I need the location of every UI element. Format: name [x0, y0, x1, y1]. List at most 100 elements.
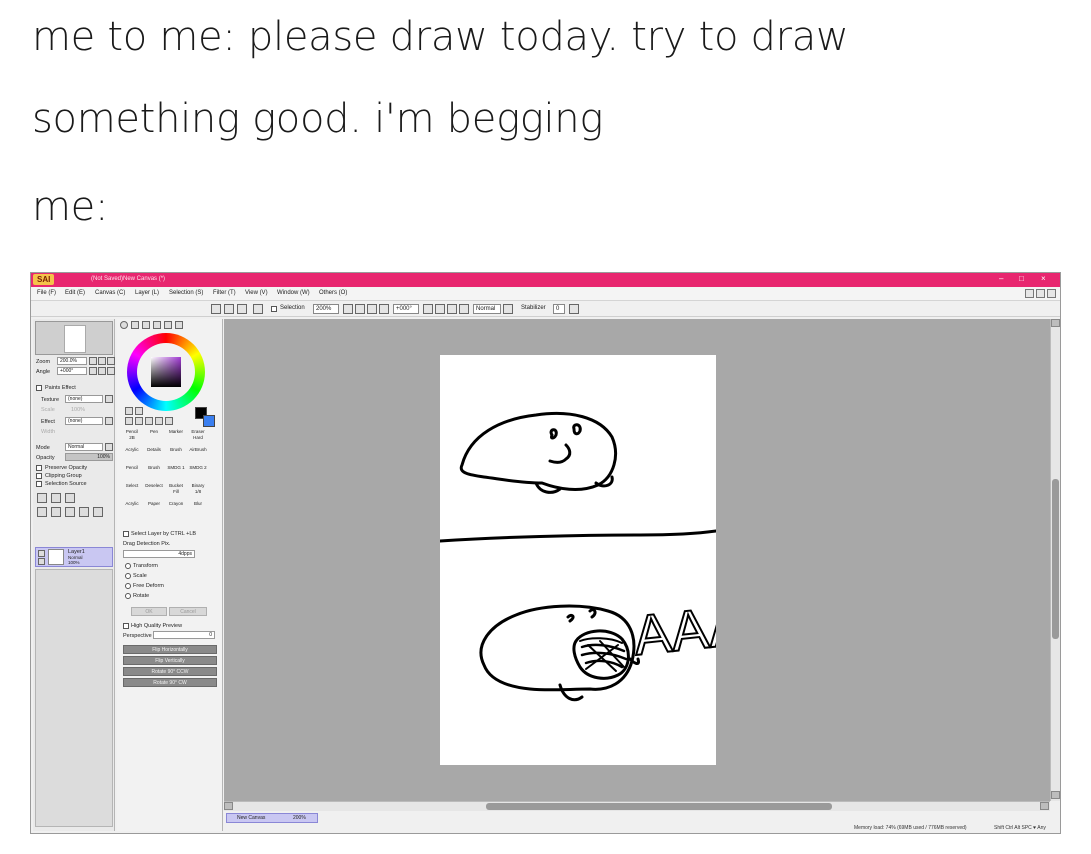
stabilizer-field[interactable]: 0	[553, 304, 565, 314]
horizontal-scroll-thumb[interactable]	[486, 803, 832, 810]
mdi-restore-icon[interactable]	[1036, 289, 1045, 298]
hsv-slider-mode-icon[interactable]	[142, 321, 150, 329]
delete-layer-icon[interactable]	[93, 507, 103, 517]
scroll-down-icon[interactable]	[1051, 791, 1060, 799]
texture-select[interactable]: (none)	[65, 395, 103, 403]
angle-field[interactable]: +000°	[393, 304, 419, 314]
free-deform-radio[interactable]	[125, 583, 131, 589]
drawing-canvas[interactable]: AAA	[440, 355, 716, 765]
nav-zoom-out-icon[interactable]	[89, 357, 97, 365]
deselect-icon[interactable]	[224, 304, 234, 314]
gradient-mode-icon[interactable]	[153, 321, 161, 329]
mdi-minimize-icon[interactable]	[1025, 289, 1034, 298]
move-tool-icon[interactable]	[125, 417, 133, 425]
scroll-up-icon[interactable]	[1051, 319, 1060, 327]
cancel-button[interactable]: Cancel	[169, 607, 207, 616]
merge-down-icon[interactable]	[51, 507, 61, 517]
view-mode-dropdown-icon[interactable]	[503, 304, 513, 314]
scroll-left-icon[interactable]	[224, 802, 233, 810]
zoom-out-icon[interactable]	[343, 304, 353, 314]
rotate-left-icon[interactable]	[423, 304, 433, 314]
horizontal-scrollbar[interactable]	[224, 801, 1050, 811]
nav-rotate-reset-icon[interactable]	[107, 367, 115, 375]
select-all-icon[interactable]	[211, 304, 221, 314]
navigator-preview[interactable]	[35, 321, 113, 355]
menu-edit[interactable]: Edit (E)	[65, 290, 85, 296]
view-mode-select[interactable]: Normal	[473, 304, 501, 314]
tool-binary[interactable]: Binary 1/8	[187, 483, 209, 499]
nav-rotate-left-icon[interactable]	[89, 367, 97, 375]
tool-smdg-2[interactable]: SMDG 2	[187, 465, 209, 481]
selection-tool-icon[interactable]	[125, 407, 133, 415]
layer-mask-icon[interactable]	[65, 507, 75, 517]
texture-dropdown-icon[interactable]	[105, 395, 113, 403]
layer-visibility-eye-icon[interactable]	[38, 550, 45, 557]
select-layer-ctrl-checkbox[interactable]	[123, 531, 129, 537]
blend-mode-dropdown-icon[interactable]	[105, 443, 113, 451]
scratchpad-mode-icon[interactable]	[175, 321, 183, 329]
invert-selection-icon[interactable]	[237, 304, 247, 314]
high-quality-preview-checkbox[interactable]	[123, 623, 129, 629]
hand-tool-icon[interactable]	[155, 417, 163, 425]
opacity-slider[interactable]: 100%	[65, 453, 113, 461]
flip-view-icon[interactable]	[459, 304, 469, 314]
menu-window[interactable]: Window (W)	[277, 290, 310, 296]
tool-marker[interactable]: Marker	[165, 429, 187, 445]
nav-zoom-reset-icon[interactable]	[107, 357, 115, 365]
menu-canvas[interactable]: Canvas (C)	[95, 290, 125, 296]
vertical-scroll-thumb[interactable]	[1052, 479, 1059, 639]
maximize-button[interactable]: □	[1019, 274, 1024, 283]
perspective-field[interactable]: 0	[153, 631, 215, 639]
saturation-value-square[interactable]	[151, 357, 181, 387]
zoom-tool-icon[interactable]	[135, 417, 143, 425]
rotate-tool-icon[interactable]	[145, 417, 153, 425]
menu-filter[interactable]: Filter (T)	[213, 290, 236, 296]
tool-brush-2[interactable]: Brush	[143, 465, 165, 481]
clipping-group-checkbox[interactable]	[36, 473, 42, 479]
zoom-fit-icon[interactable]	[379, 304, 389, 314]
tool-brush[interactable]: Brush	[165, 447, 187, 463]
nav-angle-field[interactable]: +000°	[57, 367, 87, 375]
rotate-ccw-button[interactable]: Rotate 90° CCW	[123, 667, 217, 676]
nav-rotate-right-icon[interactable]	[98, 367, 106, 375]
effect-select[interactable]: (none)	[65, 417, 103, 425]
color-wheel[interactable]	[127, 333, 205, 411]
tool-details[interactable]: Details	[143, 447, 165, 463]
secondary-color-swatch[interactable]	[203, 415, 215, 427]
tool-airbrush[interactable]: AirBrush	[187, 447, 209, 463]
nav-zoom-in-icon[interactable]	[98, 357, 106, 365]
layer-row-selected[interactable]: Layer1 Normal 100%	[35, 547, 113, 567]
palette-mode-icon[interactable]	[164, 321, 172, 329]
scroll-right-icon[interactable]	[1040, 802, 1049, 810]
tool-smdg-1[interactable]: SMDG 1	[165, 465, 187, 481]
vertical-scrollbar[interactable]	[1050, 319, 1060, 801]
close-button[interactable]: ×	[1041, 274, 1046, 283]
flip-vertically-button[interactable]: Flip Vertically	[123, 656, 217, 665]
flip-horizontally-button[interactable]: Flip Horizontally	[123, 645, 217, 654]
tool-eraser[interactable]: Eraser Hard	[187, 429, 209, 445]
ok-button[interactable]: OK	[131, 607, 167, 616]
rotate-reset-icon[interactable]	[447, 304, 457, 314]
tool-blur[interactable]: Blur	[187, 501, 209, 517]
tool-pencil-2[interactable]: Pencil	[121, 465, 143, 481]
rotate-radio[interactable]	[125, 593, 131, 599]
rotate-right-icon[interactable]	[435, 304, 445, 314]
stabilizer-dropdown-icon[interactable]	[569, 304, 579, 314]
transfer-down-icon[interactable]	[37, 507, 47, 517]
tool-paper[interactable]: Paper	[143, 501, 165, 517]
tool-bucket[interactable]: Bucket Fill	[165, 483, 187, 499]
blend-mode-select[interactable]: Normal	[65, 443, 103, 451]
minimize-button[interactable]: –	[999, 274, 1003, 283]
zoom-field[interactable]: 200%	[313, 304, 339, 314]
selection-visible-checkbox[interactable]	[271, 306, 277, 312]
tool-pen[interactable]: Pen	[143, 429, 165, 445]
clear-layer-icon[interactable]	[79, 507, 89, 517]
tool-select[interactable]: Select	[121, 483, 143, 499]
paints-effect-toggle[interactable]	[36, 385, 42, 391]
new-layer-icon[interactable]	[37, 493, 47, 503]
tool-acrylic-2[interactable]: Acrylic	[121, 501, 143, 517]
rotate-cw-button[interactable]: Rotate 90° CW	[123, 678, 217, 687]
nav-zoom-field[interactable]: 200.0%	[57, 357, 87, 365]
menu-view[interactable]: View (V)	[245, 290, 268, 296]
canvas-area[interactable]: AAA	[224, 319, 1050, 801]
